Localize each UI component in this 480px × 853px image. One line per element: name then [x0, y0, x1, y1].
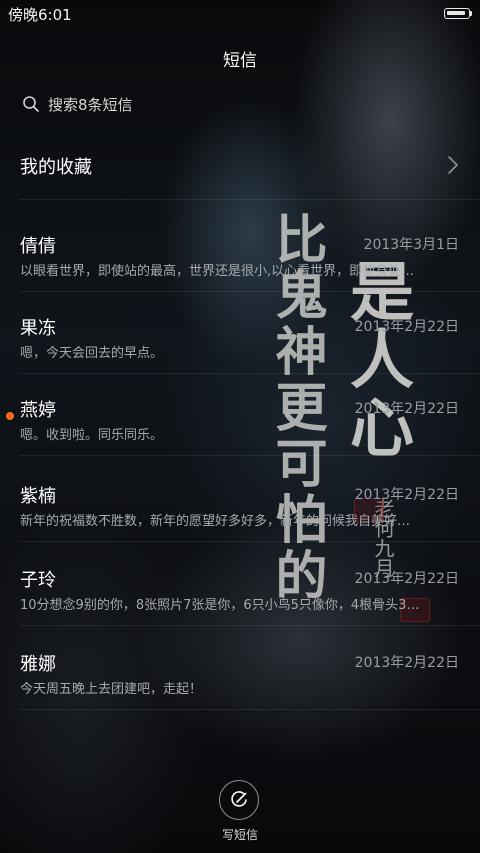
- contact-name: 紫楠: [20, 486, 56, 507]
- conversation-row[interactable]: 燕婷 2013年2月22日 嗯。收到啦。同乐同乐。: [0, 376, 480, 458]
- search-bar[interactable]: 搜索8条短信: [20, 90, 320, 120]
- message-snippet: 嗯，今天会回去的早点。: [20, 346, 164, 361]
- unread-dot: [6, 412, 14, 420]
- contact-name: 雅娜: [20, 654, 56, 675]
- message-date: 2013年2月22日: [354, 487, 459, 503]
- conversation-row[interactable]: 子玲 2013年2月22日 10分想念9别的你，8张照片7张是你，6只小鸟5只像…: [0, 546, 480, 628]
- contact-name: 倩倩: [20, 236, 56, 257]
- message-snippet: 嗯。收到啦。同乐同乐。: [20, 428, 164, 443]
- message-snippet: 新年的祝福数不胜数，新年的愿望好多好多，新年的问候我自美好…: [20, 514, 411, 529]
- divider: [20, 625, 480, 626]
- divider: [20, 373, 480, 374]
- contact-name: 子玲: [20, 570, 56, 591]
- conversation-row[interactable]: 雅娜 2013年2月22日 今天周五晚上去团建吧，走起！: [0, 630, 480, 712]
- divider: [20, 291, 480, 292]
- status-bar: 傍晚6:01: [0, 0, 480, 28]
- contact-name: 燕婷: [20, 400, 56, 421]
- message-snippet: 今天周五晚上去团建吧，走起！: [20, 682, 203, 697]
- divider: [20, 709, 480, 710]
- compose-icon: [231, 791, 247, 807]
- compose-button[interactable]: 写短信: [210, 778, 270, 848]
- conversation-row[interactable]: 果冻 2013年2月22日 嗯，今天会回去的早点。: [0, 294, 480, 376]
- favorites-label: 我的收藏: [20, 157, 92, 178]
- favorites-row[interactable]: 我的收藏: [0, 137, 480, 193]
- search-icon: [23, 96, 39, 112]
- message-date: 2013年2月22日: [354, 319, 459, 335]
- divider: [20, 199, 480, 200]
- message-date: 2013年3月1日: [363, 237, 459, 253]
- battery-tip: [470, 11, 472, 16]
- chevron-right-icon: [448, 156, 458, 174]
- conversation-row[interactable]: 倩倩 2013年3月1日 以眼看世界，即使站的最高，世界还是很小,以心看世界，即…: [0, 212, 480, 294]
- message-snippet: 10分想念9别的你，8张照片7张是你，6只小鸟5只像你，4根骨头3…: [20, 598, 420, 613]
- compose-label: 写短信: [221, 828, 258, 842]
- conversation-row[interactable]: 紫楠 2013年2月22日 新年的祝福数不胜数，新年的愿望好多好多，新年的问候我…: [0, 462, 480, 544]
- status-time: 傍晚6:01: [8, 6, 72, 24]
- message-date: 2013年2月22日: [354, 401, 459, 417]
- message-snippet: 以眼看世界，即使站的最高，世界还是很小,以心看世界，即使身处…: [20, 264, 415, 279]
- divider: [20, 541, 480, 542]
- search-placeholder: 搜索8条短信: [48, 96, 133, 114]
- battery-level: [447, 11, 465, 15]
- message-date: 2013年2月22日: [354, 571, 459, 587]
- page-title: 短信: [223, 51, 257, 71]
- message-date: 2013年2月22日: [354, 655, 459, 671]
- battery-icon: [444, 8, 470, 19]
- contact-name: 果冻: [20, 318, 56, 339]
- divider: [20, 455, 480, 456]
